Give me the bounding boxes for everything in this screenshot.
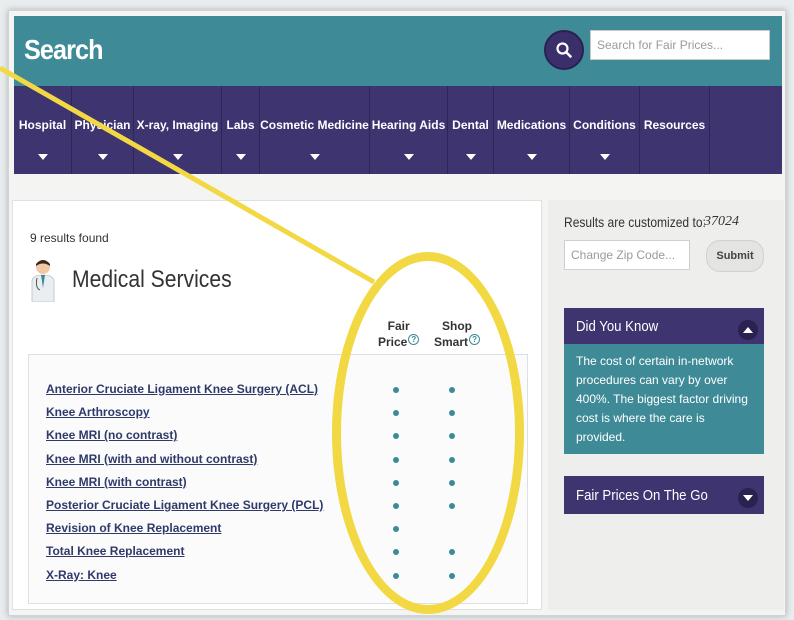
nav-item-cosmetic-medicine[interactable]: Cosmetic Medicine <box>260 86 370 174</box>
customized-label: Results are customized to: <box>564 214 706 230</box>
service-link[interactable]: Knee MRI (no contrast) <box>46 428 177 442</box>
service-link[interactable]: Knee Arthroscopy <box>46 405 150 419</box>
chevron-down-icon <box>743 495 753 501</box>
service-link[interactable]: X-Ray: Knee <box>46 568 117 582</box>
nav-label: Labs <box>226 118 255 132</box>
shop-smart-indicator <box>449 572 455 579</box>
fair-prices-on-the-go-header[interactable]: Fair Prices On The Go <box>564 476 764 514</box>
nav-label: Dental <box>452 118 489 132</box>
fair-price-indicator <box>393 503 399 509</box>
chevron-down-icon <box>526 154 537 160</box>
shop-smart-indicator <box>449 456 455 463</box>
help-icon[interactable]: ? <box>469 334 481 345</box>
fair-price-header-line2: Price <box>378 335 408 349</box>
chevron-down-icon <box>403 154 414 160</box>
nav-label: Physician <box>74 118 131 132</box>
did-you-know-title: Did You Know <box>576 318 659 335</box>
chevron-down-icon <box>97 154 108 160</box>
service-link[interactable]: Knee MRI (with and without contrast) <box>46 452 257 466</box>
shop-smart-header-line1: Shop <box>442 319 472 333</box>
shop-smart-indicator <box>449 387 455 393</box>
help-icon[interactable]: ? <box>408 334 420 345</box>
fair-prices-on-the-go-title: Fair Prices On The Go <box>576 487 708 504</box>
did-you-know-body: The cost of certain in-network procedure… <box>564 344 764 454</box>
search-icon <box>556 42 572 58</box>
chevron-down-icon <box>172 154 183 160</box>
zip-value: 37024 <box>704 214 739 229</box>
collapse-button[interactable] <box>738 320 758 340</box>
results-count: 9 results found <box>30 231 109 245</box>
nav-label: Hospital <box>18 118 67 132</box>
nav-item-hospital[interactable]: Hospital <box>14 86 72 174</box>
shop-smart-indicator <box>449 479 455 486</box>
nav-item-dental[interactable]: Dental <box>448 86 494 174</box>
did-you-know-header[interactable]: Did You Know <box>564 308 764 344</box>
section-title: Medical Services <box>72 266 232 293</box>
chevron-up-icon <box>743 327 753 333</box>
fair-price-indicator <box>393 456 399 463</box>
chevron-down-icon <box>465 154 476 160</box>
search-button[interactable] <box>544 30 584 70</box>
shop-smart-indicator <box>449 503 455 509</box>
nav-label: Medications <box>496 118 567 132</box>
nav-item-conditions[interactable]: Conditions <box>570 86 640 174</box>
service-link[interactable]: Anterior Cruciate Ligament Knee Surgery … <box>46 382 318 396</box>
nav-label: X-ray, Imaging <box>136 118 219 132</box>
nav-label: Conditions <box>573 118 636 132</box>
service-link[interactable]: Knee MRI (with contrast) <box>46 475 187 489</box>
nav-item-xray-imaging[interactable]: X-ray, Imaging <box>134 86 222 174</box>
expand-button[interactable] <box>738 488 758 508</box>
chevron-down-icon <box>235 154 246 160</box>
nav-item-medications[interactable]: Medications <box>494 86 570 174</box>
fair-price-header: Fair Price? <box>378 318 420 350</box>
page-title: Search <box>24 34 104 65</box>
nav-label: Hearing Aids <box>371 118 446 132</box>
fair-price-indicator <box>393 572 399 579</box>
chevron-down-icon <box>309 154 320 160</box>
service-link[interactable]: Revision of Knee Replacement <box>46 521 221 535</box>
chevron-down-icon <box>37 154 48 160</box>
nav-item-physician[interactable]: Physician <box>72 86 134 174</box>
search-input[interactable] <box>590 30 770 60</box>
shop-smart-header-line2: Smart <box>434 335 469 349</box>
service-link[interactable]: Posterior Cruciate Ligament Knee Surgery… <box>46 498 323 512</box>
nav-label: Cosmetic Medicine <box>260 118 369 132</box>
nav-item-hearing-aids[interactable]: Hearing Aids <box>370 86 448 174</box>
shop-smart-header: Shop Smart? <box>434 318 481 350</box>
zip-code-input[interactable] <box>564 240 690 270</box>
nav-label: Resources <box>643 118 706 132</box>
fair-price-indicator <box>393 387 399 393</box>
service-link[interactable]: Total Knee Replacement <box>46 544 184 558</box>
nav-item-labs[interactable]: Labs <box>222 86 260 174</box>
fair-price-header-line1: Fair <box>387 319 410 333</box>
submit-button[interactable]: Submit <box>706 240 764 272</box>
main-nav: Hospital Physician X-ray, Imaging Labs C… <box>14 86 782 174</box>
chevron-down-icon <box>599 154 610 160</box>
fair-price-indicator <box>393 479 399 486</box>
nav-item-resources[interactable]: Resources <box>640 86 710 174</box>
doctor-icon <box>31 260 55 302</box>
